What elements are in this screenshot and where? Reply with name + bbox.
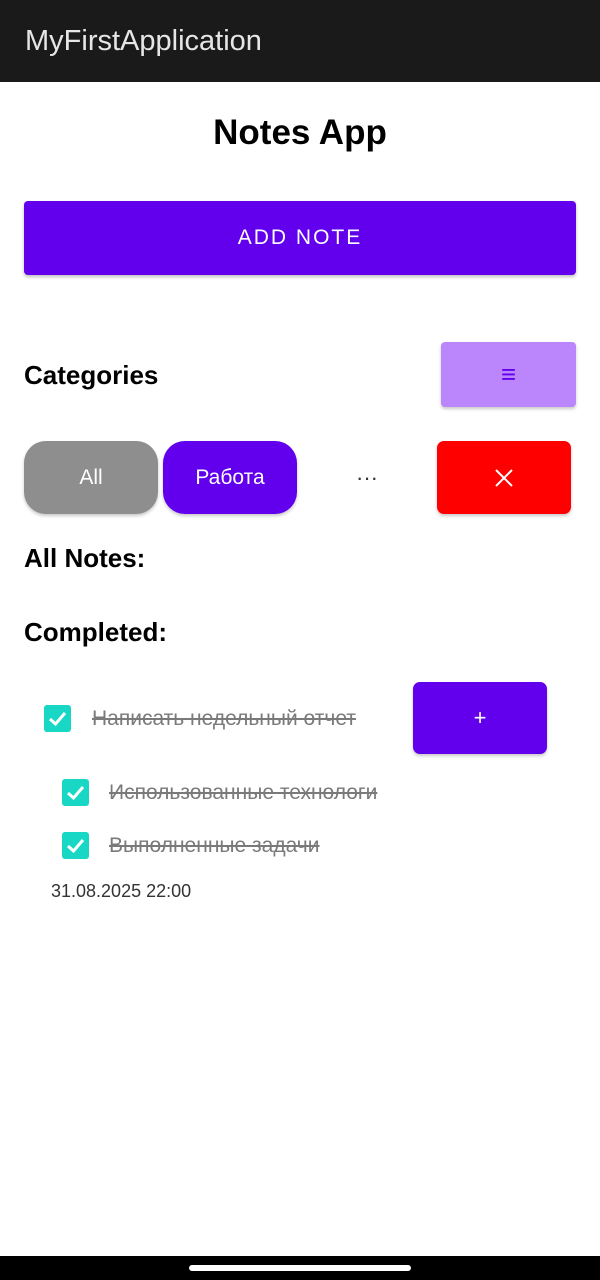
all-notes-label: All Notes: xyxy=(24,543,146,573)
add-subtask-button[interactable]: + xyxy=(413,682,547,754)
category-menu-button[interactable]: ≡ xyxy=(441,342,576,407)
note-checkbox[interactable] xyxy=(44,705,71,732)
add-note-button[interactable]: ADD NOTE xyxy=(24,201,576,275)
category-chip-label: Работа xyxy=(195,465,265,489)
delete-category-button[interactable] xyxy=(437,441,571,514)
subtask-text: Выполненные задачи xyxy=(109,834,320,857)
subtask-checkbox[interactable] xyxy=(62,779,89,806)
close-icon xyxy=(495,468,513,487)
more-icon[interactable]: ··· xyxy=(345,460,389,496)
category-chip-all[interactable]: All xyxy=(24,441,158,514)
note-timestamp: 31.08.2025 22:00 xyxy=(51,881,192,901)
category-chip-work[interactable]: Работа xyxy=(163,441,297,514)
check-icon xyxy=(66,786,85,801)
category-chip-label: All xyxy=(79,465,103,489)
check-icon xyxy=(66,839,85,854)
menu-icon: ≡ xyxy=(500,359,517,389)
system-nav-bar xyxy=(0,1256,600,1280)
subtask-text: Использованные технологи xyxy=(109,781,378,804)
note-title: Написать недельный отчет xyxy=(92,707,356,730)
subtask-checkbox[interactable] xyxy=(62,832,89,859)
home-indicator[interactable] xyxy=(189,1265,411,1271)
check-icon xyxy=(48,712,67,727)
app-bar-title: MyFirstApplication xyxy=(25,25,262,57)
page-title: Notes App xyxy=(213,113,387,152)
categories-label: Categories xyxy=(24,360,159,390)
app-bar: MyFirstApplication xyxy=(0,0,600,82)
plus-icon: + xyxy=(473,705,487,730)
completed-label: Completed: xyxy=(24,617,167,647)
